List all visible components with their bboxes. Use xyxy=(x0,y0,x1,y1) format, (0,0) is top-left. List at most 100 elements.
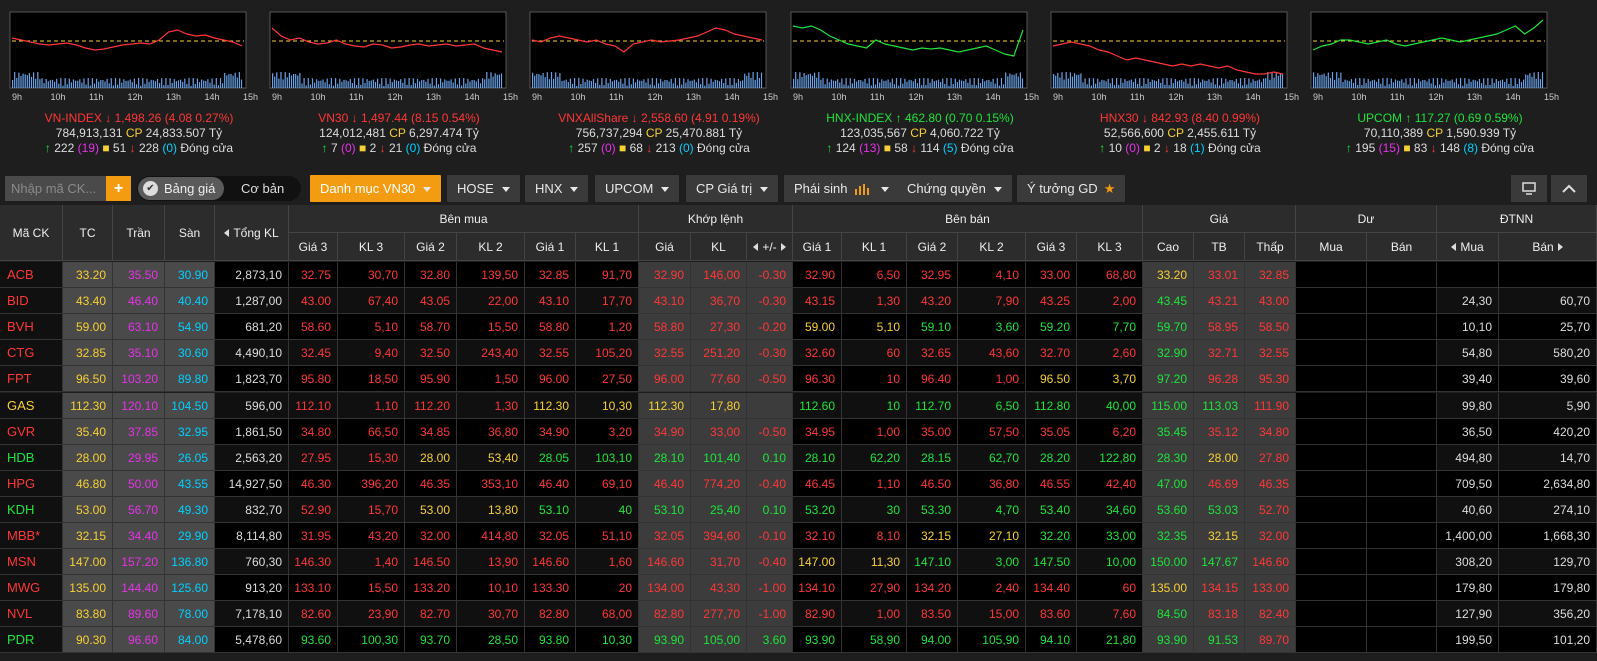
collapse-button[interactable] xyxy=(1551,175,1587,202)
tab-value-stocks[interactable]: CP Giá trị xyxy=(686,175,779,202)
tab-trading-ideas[interactable]: Ý tưởng GD ★ xyxy=(1017,175,1126,202)
volume-bar xyxy=(668,81,670,88)
cell: 11,30 xyxy=(842,549,907,576)
board-view-toggle[interactable]: ✔ Bảng giá Cơ bản xyxy=(137,176,301,201)
symbol-cell[interactable]: MWG xyxy=(0,575,63,602)
basic-option[interactable]: Cơ bản xyxy=(241,176,284,201)
symbol-cell[interactable]: MBB* xyxy=(0,523,63,549)
table-row[interactable]: CTG 32.85 35.10 30.60 4,490,10 32.45 9,40 32.50… xyxy=(0,340,1597,367)
volume-bar xyxy=(1487,78,1489,88)
col-symbol[interactable]: Mã CK xyxy=(0,205,63,261)
symbol-cell[interactable]: BID xyxy=(0,288,63,315)
cell: 46.35 xyxy=(1245,470,1296,497)
table-row[interactable]: NVL 83.80 89.60 78.00 7,178,10 82.60 23,90 82.7… xyxy=(0,601,1597,628)
symbol-cell[interactable]: HDB xyxy=(0,444,63,471)
table-row[interactable]: FPT 96.50 103.20 89.80 1,823,70 95.80 18,50 95.… xyxy=(0,366,1597,393)
subcol-8[interactable]: +/- xyxy=(747,233,793,261)
index-card-hnx-index[interactable]: 9h 10h 11h 12h 13h 14h 15h HNX-INDEX ↑ 462.80 (… xyxy=(789,0,1051,168)
cell: 28.30 xyxy=(1143,444,1194,471)
subcol-4[interactable]: Giá 1 xyxy=(525,233,576,261)
subcol-0[interactable]: Giá 3 xyxy=(289,233,338,261)
symbol-cell[interactable]: MSN xyxy=(0,549,63,576)
table-row[interactable]: PDR 90.30 96.60 84.00 5,478,60 93.60 100,30 93.… xyxy=(0,627,1597,654)
subcol-18[interactable]: Mua xyxy=(1296,233,1367,261)
table-row[interactable]: GVR 35.40 37.85 32.95 1,861,50 34.80 66,50 34.8… xyxy=(0,418,1597,445)
index-card-hnx30[interactable]: 9h 10h 11h 12h 13h 14h 15h HNX30 ↓ 842.93 (8.40… xyxy=(1049,0,1311,168)
table-row[interactable]: HDB 28.00 29.95 26.05 2,563,20 27.95 15,30 28.0… xyxy=(0,444,1597,471)
volume-bar xyxy=(814,72,816,88)
symbol-cell[interactable]: GAS xyxy=(0,392,63,419)
subcol-21[interactable]: Bán xyxy=(1499,233,1597,261)
index-card-vn30[interactable]: 9h 10h 11h 12h 13h 14h 15h VN30 ↓ 1,497.44 (8.1… xyxy=(268,0,530,168)
hour-tick-label: 9h xyxy=(12,92,22,102)
tab-derivatives[interactable]: Phái sinh xyxy=(784,175,899,202)
subcol-2[interactable]: Giá 2 xyxy=(405,233,457,261)
index-card-vn-index[interactable]: 9h 10h 11h 12h 13h 14h 15h VN-INDEX ↓ 1,498.26 … xyxy=(8,0,270,168)
table-row[interactable]: GAS 112.30 120.10 104.50 596,00 112.10 1,10 112… xyxy=(0,392,1597,419)
subcol-9[interactable]: Giá 1 xyxy=(793,233,842,261)
group-foreign[interactable]: ĐTNN xyxy=(1437,205,1597,233)
subcol-1[interactable]: KL 3 xyxy=(338,233,405,261)
col-ceiling[interactable]: Trần xyxy=(113,205,165,261)
group-ask[interactable]: Bên bán xyxy=(793,205,1143,233)
cell: 43,60 xyxy=(958,340,1026,367)
table-row[interactable]: BVH 59.00 63.10 54.90 681,20 58.60 5,10 58.70 15… xyxy=(0,314,1597,341)
price-board-option[interactable]: ✔ Bảng giá xyxy=(138,177,224,200)
symbol-cell[interactable]: GVR xyxy=(0,418,63,445)
group-residual[interactable]: Dư xyxy=(1296,205,1437,233)
cell: 52.70 xyxy=(1245,496,1296,523)
group-price[interactable]: Giá xyxy=(1143,205,1296,233)
table-row[interactable]: MWG 135.00 144.40 125.60 913,20 133.10 15,50 13… xyxy=(0,575,1597,602)
tab-warrants[interactable]: Chứng quyền xyxy=(897,175,1012,202)
volume-bar xyxy=(952,83,954,88)
subcol-17[interactable]: Thấp xyxy=(1245,233,1296,261)
symbol-cell[interactable]: HPG xyxy=(0,470,63,497)
subcol-6[interactable]: Giá xyxy=(639,233,691,261)
subcol-15[interactable]: Cao xyxy=(1143,233,1194,261)
volume-bar xyxy=(1258,79,1260,88)
symbol-cell[interactable]: PDR xyxy=(0,627,63,654)
table-row[interactable]: MBB* 32.15 34.40 29.90 8,114,80 31.95 43,20 32.… xyxy=(0,523,1597,549)
symbol-cell[interactable]: KDH xyxy=(0,496,63,523)
index-card-vnxallshare[interactable]: 9h 10h 11h 12h 13h 14h 15h VNXAllShare ↓ 2,558.… xyxy=(528,0,790,168)
subcol-7[interactable]: KL xyxy=(691,233,747,261)
subcol-12[interactable]: KL 2 xyxy=(958,233,1026,261)
symbol-cell[interactable]: BVH xyxy=(0,314,63,341)
subcol-3[interactable]: KL 2 xyxy=(457,233,525,261)
cell: 34.80 xyxy=(1245,418,1296,445)
tab-hose[interactable]: HOSE xyxy=(447,175,520,202)
volume-bar xyxy=(1147,78,1149,88)
monitor-button[interactable] xyxy=(1511,175,1547,202)
subcol-20[interactable]: Mua xyxy=(1437,233,1499,261)
tab-upcom[interactable]: UPCOM xyxy=(595,175,680,202)
subcol-16[interactable]: TB xyxy=(1194,233,1245,261)
col-reference[interactable]: TC xyxy=(63,205,113,261)
subcol-5[interactable]: KL 1 xyxy=(576,233,639,261)
index-volume-row: 70,110,389 CP 1,590.939 Tỷ xyxy=(1309,126,1571,141)
subcol-10[interactable]: KL 1 xyxy=(842,233,907,261)
symbol-cell[interactable]: FPT xyxy=(0,366,63,393)
volume-bar xyxy=(79,79,81,88)
subcol-19[interactable]: Bán xyxy=(1367,233,1437,261)
subcol-14[interactable]: KL 3 xyxy=(1077,233,1143,261)
group-matched[interactable]: Khớp lệnh xyxy=(639,205,793,233)
subcol-13[interactable]: Giá 3 xyxy=(1026,233,1077,261)
symbol-search-input[interactable] xyxy=(5,176,106,201)
table-row[interactable]: BID 43.40 46.40 40.40 1,287,00 43.00 67,40 43.0… xyxy=(0,288,1597,315)
index-card-upcom[interactable]: 9h 10h 11h 12h 13h 14h 15h UPCOM ↑ 117.27 (0.69… xyxy=(1309,0,1571,168)
col-total-volume[interactable]: Tổng KL xyxy=(215,205,289,261)
table-row[interactable]: ACB 33.20 35.50 30.90 2,873,10 32.75 30,70 32.8… xyxy=(0,262,1597,288)
group-bid[interactable]: Bên mua xyxy=(289,205,639,233)
add-symbol-button[interactable]: + xyxy=(106,176,131,201)
cell: 274,10 xyxy=(1499,496,1597,523)
subcol-11[interactable]: Giá 2 xyxy=(907,233,958,261)
table-row[interactable]: MSN 147.00 157.20 136.80 760,30 146.30 1,40 146… xyxy=(0,549,1597,576)
symbol-cell[interactable]: NVL xyxy=(0,601,63,628)
table-row[interactable]: KDH 53.00 56.70 49.30 832,70 52.90 15,70 53.00 1… xyxy=(0,496,1597,523)
col-floor[interactable]: Sàn xyxy=(165,205,215,261)
tab-hnx[interactable]: HNX xyxy=(525,175,589,202)
symbol-cell[interactable]: CTG xyxy=(0,340,63,367)
tab-vn30-watchlist[interactable]: Danh mục VN30 xyxy=(310,175,442,202)
table-row[interactable]: HPG 46.80 50.00 43.55 14,927,50 46.30 396,20 46… xyxy=(0,470,1597,497)
symbol-cell[interactable]: ACB xyxy=(0,262,63,288)
